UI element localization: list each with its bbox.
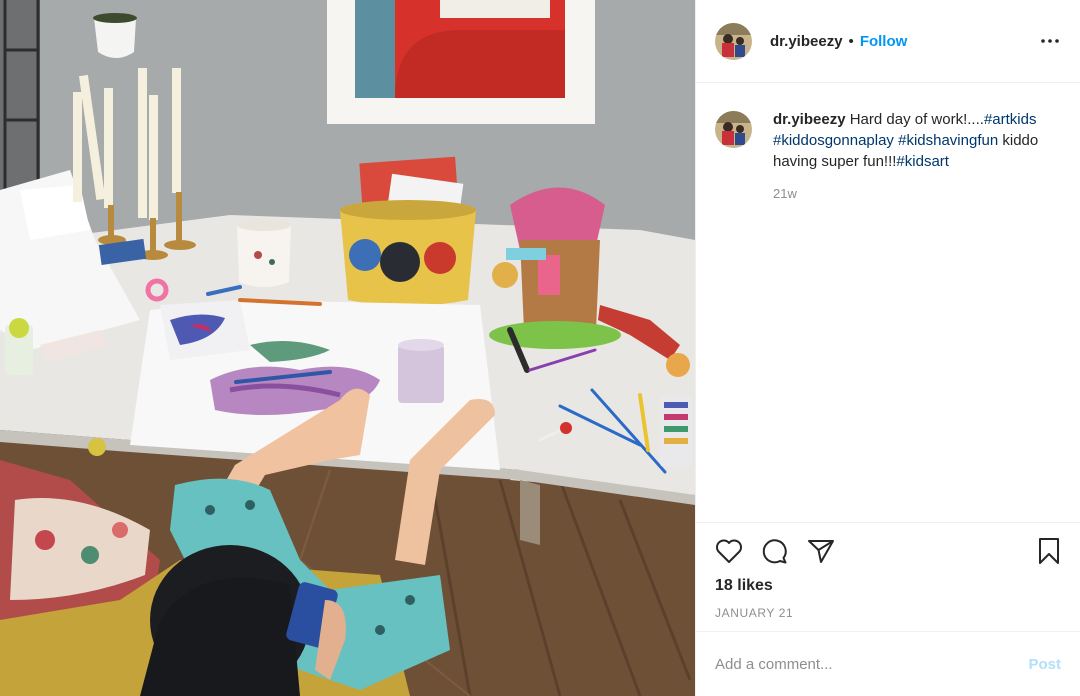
share-icon[interactable] xyxy=(806,536,836,566)
action-icons-row xyxy=(696,523,1080,565)
actions-section: 18 likes JANUARY 21 xyxy=(696,522,1080,620)
post-header: dr.yibeezy • Follow xyxy=(696,0,1080,83)
avatar[interactable] xyxy=(715,22,752,60)
comment-icon[interactable] xyxy=(760,536,790,566)
post-details-panel: dr.yibeezy • Follow dr.yibeezy Hard day … xyxy=(695,0,1080,696)
post-comment-button[interactable]: Post xyxy=(1028,656,1061,673)
caption-text: dr.yibeezy Hard day of work!....#artkids… xyxy=(773,109,1048,172)
heart-icon[interactable] xyxy=(714,536,744,566)
comment-bar: Post xyxy=(696,631,1080,696)
separator-dot: • xyxy=(848,32,854,50)
post-username[interactable]: dr.yibeezy xyxy=(770,33,843,50)
post-photo[interactable] xyxy=(0,0,695,696)
hashtag-kidshavingfun[interactable]: #kidshavingfun xyxy=(898,132,998,149)
caption-avatar[interactable] xyxy=(715,111,752,148)
caption-text-part: Hard day of work!.... xyxy=(845,111,984,128)
comment-input[interactable] xyxy=(715,655,1029,673)
likes-count[interactable]: 18 likes xyxy=(696,565,1080,595)
post-date[interactable]: JANUARY 21 xyxy=(696,595,1080,620)
hashtag-artkids[interactable]: #artkids xyxy=(984,111,1037,128)
caption-timestamp[interactable]: 21w xyxy=(773,186,1048,201)
caption-section: dr.yibeezy Hard day of work!....#artkids… xyxy=(696,83,1080,201)
caption-username[interactable]: dr.yibeezy xyxy=(773,111,846,128)
follow-button[interactable]: Follow xyxy=(860,33,908,50)
more-options-icon[interactable] xyxy=(1038,29,1062,53)
bookmark-icon[interactable] xyxy=(1034,536,1064,566)
hashtag-kiddosgonnaplay[interactable]: #kiddosgonnaplay xyxy=(773,132,894,149)
hashtag-kidsart[interactable]: #kidsart xyxy=(896,153,949,170)
